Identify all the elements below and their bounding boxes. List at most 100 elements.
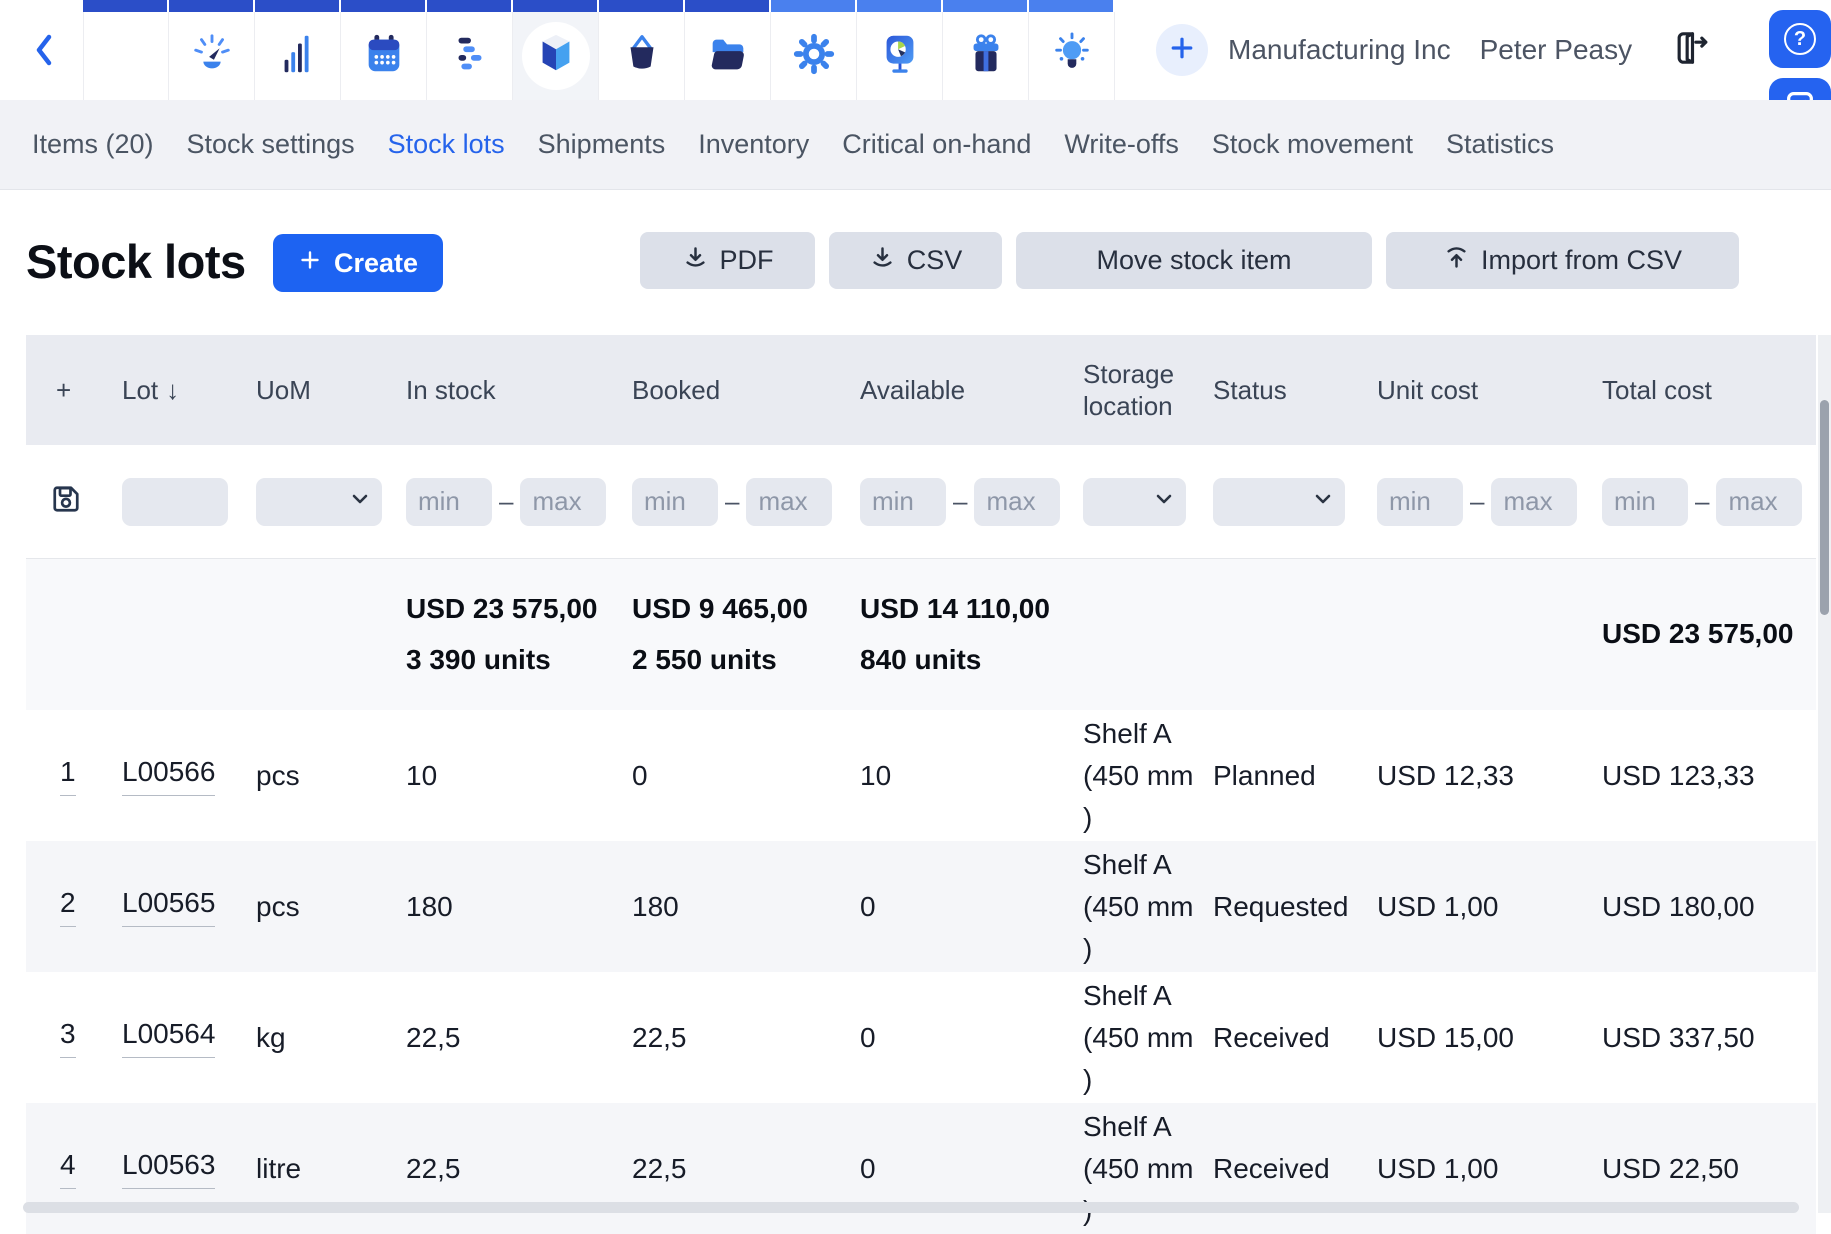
filter-in-stock-min-input[interactable] [406,478,492,526]
booked-cell: 22,5 [632,1103,860,1234]
available-cell: 0 [860,1103,1083,1234]
filter-lot-input[interactable] [122,478,228,526]
unit-cost-cell: USD 1,00 [1377,1103,1602,1234]
filter-total-cost-min-input[interactable] [1602,478,1688,526]
stock-lots-table: + Lot↓ UoM In stock Booked Available Sto… [26,335,1816,1234]
company-name[interactable]: Manufacturing Inc [1228,34,1451,66]
column-header-available[interactable]: Available [860,335,1083,445]
lot-link[interactable]: L00563 [122,1149,215,1189]
unit-cost-cell: USD 1,00 [1377,841,1602,972]
nav-tab-critical-on-hand[interactable]: Critical on-hand [842,129,1031,160]
collapse-menu-button[interactable] [22,26,66,78]
gear-icon [791,31,837,82]
lot-link[interactable]: L00566 [122,756,215,796]
summary-total-cost: USD 23 575,00 [1602,609,1793,659]
tab-reports[interactable] [857,12,943,100]
nav-tab-stock-settings[interactable]: Stock settings [187,129,355,160]
tab-dashboard[interactable] [169,12,255,100]
filter-available-max-input[interactable] [974,478,1060,526]
uom-cell: litre [256,1103,406,1234]
filter-total-cost-max-input[interactable] [1716,478,1802,526]
tab-calendar[interactable] [341,12,427,100]
logout-button[interactable] [1670,28,1710,73]
total-cost-cell: USD 123,33 [1602,710,1816,841]
row-number-link[interactable]: 4 [60,1149,76,1189]
table-summary-row: USD 23 575,003 390 units USD 9 465,002 5… [26,558,1816,710]
nav-tab-items[interactable]: Items (20) [32,129,154,160]
row-number-link[interactable]: 1 [60,756,76,796]
tab-planning[interactable] [427,12,513,100]
user-name[interactable]: Peter Peasy [1480,34,1633,66]
tab-documents[interactable] [685,12,771,100]
download-icon [869,244,896,278]
help-button[interactable]: ? [1769,10,1831,68]
total-cost-cell: USD 180,00 [1602,841,1816,972]
column-header-unit-cost[interactable]: Unit cost [1377,335,1602,445]
move-stock-item-button[interactable]: Move stock item [1016,232,1372,289]
import-from-csv-button[interactable]: Import from CSV [1386,232,1739,289]
chevron-down-icon [1152,487,1176,516]
lot-link[interactable]: L00565 [122,887,215,927]
uom-cell: kg [256,972,406,1103]
add-column-button[interactable]: + [26,335,122,445]
create-button-label: Create [334,248,418,279]
topbar: Manufacturing Inc Peter Peasy ? [0,0,1831,100]
section-nav: Items (20) Stock settings Stock lots Shi… [0,100,1831,190]
chevron-left-icon [32,31,56,74]
nav-tab-stock-lots[interactable]: Stock lots [388,129,505,160]
plus-icon [1167,33,1197,68]
table-row: 3 L00564 kg 22,5 22,5 0 Shelf A (450 mm … [26,972,1816,1103]
tab-procurement[interactable] [599,12,685,100]
gantt-icon [447,31,493,82]
filter-uom-select[interactable] [256,478,382,526]
table-header-row: + Lot↓ UoM In stock Booked Available Sto… [26,335,1816,445]
column-header-status[interactable]: Status [1213,335,1377,445]
vertical-scrollbar[interactable] [1818,335,1831,1213]
column-header-storage-location[interactable]: Storage location [1083,335,1213,445]
row-number-link[interactable]: 2 [60,887,76,927]
tab-logo[interactable] [83,12,169,100]
filter-booked-max-input[interactable] [746,478,832,526]
lot-link[interactable]: L00564 [122,1018,215,1058]
nav-tab-shipments[interactable]: Shipments [538,129,666,160]
row-number-link[interactable]: 3 [60,1018,76,1058]
nav-tab-stock-movement[interactable]: Stock movement [1212,129,1413,160]
filter-booked-min-input[interactable] [632,478,718,526]
column-header-total-cost[interactable]: Total cost [1602,335,1816,445]
upload-icon [1443,244,1470,278]
export-csv-button[interactable]: CSV [829,232,1002,289]
filter-unit-cost-min-input[interactable] [1377,478,1463,526]
booked-cell: 0 [632,710,860,841]
filter-unit-cost-max-input[interactable] [1491,478,1577,526]
column-header-lot[interactable]: Lot↓ [122,335,256,445]
tab-stock[interactable] [513,12,599,100]
tab-rewards[interactable] [943,12,1029,100]
basket-icon [619,31,665,82]
export-pdf-button[interactable]: PDF [640,232,815,289]
in-stock-cell: 22,5 [406,1103,632,1234]
chevron-down-icon [1311,487,1335,516]
summary-available: USD 14 110,00840 units [860,584,1050,685]
export-pdf-label: PDF [720,245,774,276]
logout-icon [1670,28,1710,73]
add-company-button[interactable] [1156,24,1208,76]
summary-in-stock: USD 23 575,003 390 units [406,584,597,685]
storage-location-cell: Shelf A (450 mm ) [1083,1103,1213,1234]
column-header-uom[interactable]: UoM [256,335,406,445]
column-header-booked[interactable]: Booked [632,335,860,445]
filter-in-stock-max-input[interactable] [520,478,606,526]
horizontal-scrollbar[interactable] [23,1202,1799,1213]
nav-tab-inventory[interactable]: Inventory [698,129,809,160]
save-filter-button[interactable] [48,481,84,522]
tab-settings[interactable] [771,12,857,100]
tab-statistics[interactable] [255,12,341,100]
tab-ideas[interactable] [1029,12,1115,100]
filter-storage-location-select[interactable] [1083,478,1186,526]
nav-tab-statistics[interactable]: Statistics [1446,129,1554,160]
filter-available-min-input[interactable] [860,478,946,526]
create-button[interactable]: Create [273,234,443,292]
nav-tab-write-offs[interactable]: Write-offs [1064,129,1179,160]
filter-status-select[interactable] [1213,478,1345,526]
vertical-scrollbar-thumb[interactable] [1820,400,1829,615]
column-header-in-stock[interactable]: In stock [406,335,632,445]
